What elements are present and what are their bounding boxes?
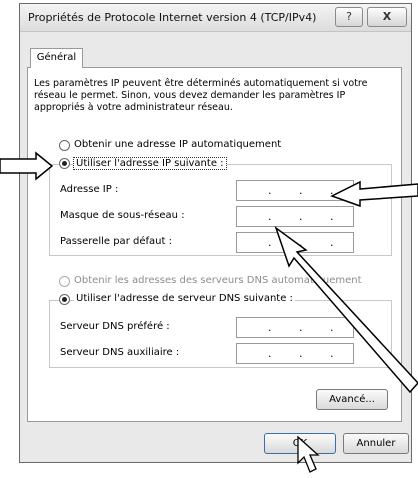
mouse-cursor-icon xyxy=(297,435,320,473)
callout-arrow xyxy=(274,225,418,394)
annotation-overlay xyxy=(0,151,418,473)
callout-arrow xyxy=(0,151,54,181)
callout-arrow xyxy=(330,180,418,208)
